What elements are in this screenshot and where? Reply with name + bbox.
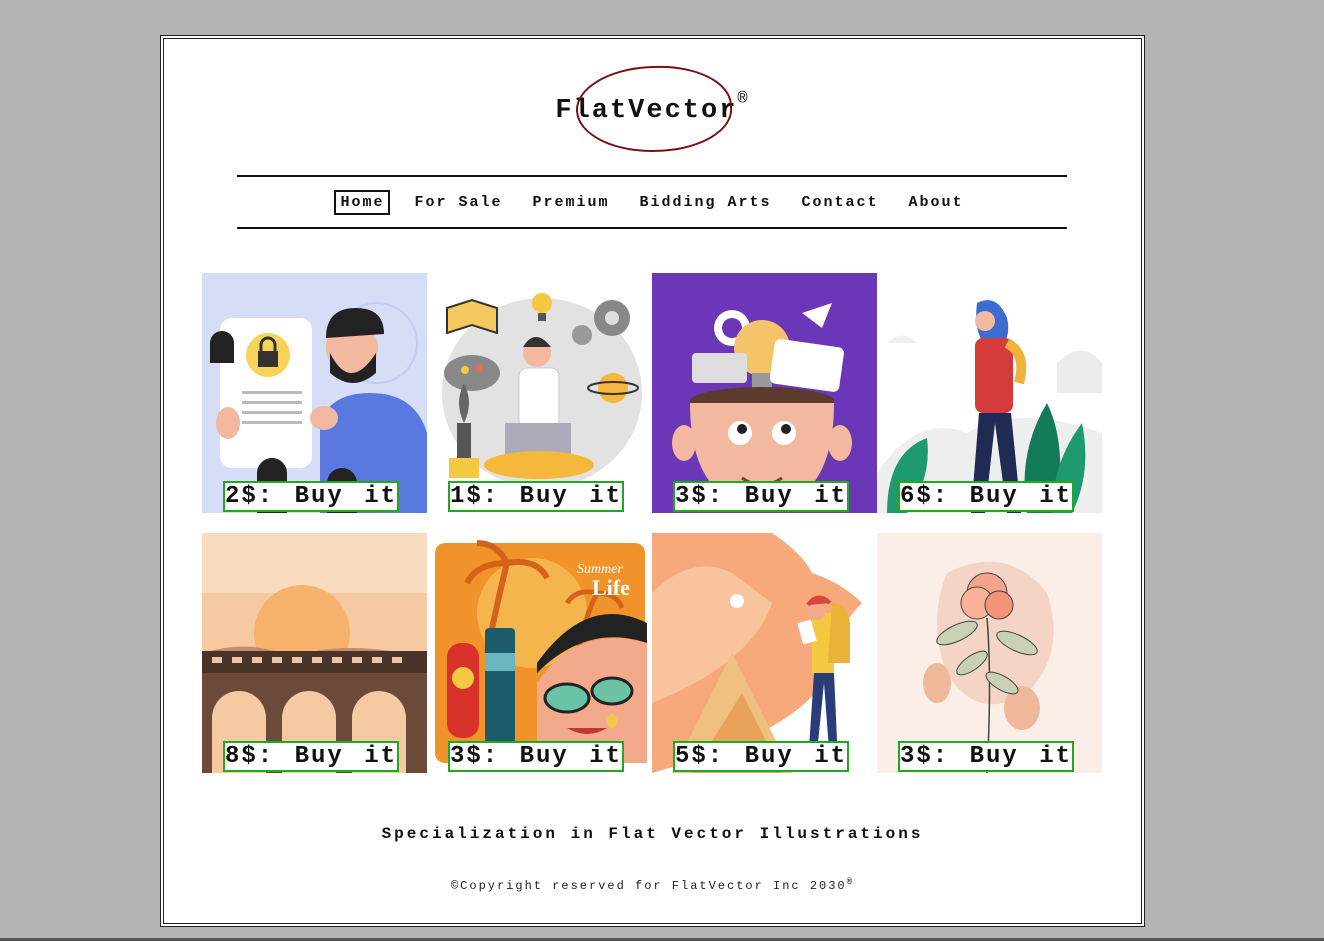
nav-home[interactable]: Home — [334, 189, 391, 215]
nav-contact[interactable]: Contact — [796, 190, 885, 215]
man-with-lock-document-illustration — [202, 273, 427, 513]
line-art-rose-illustration — [877, 533, 1102, 773]
tagline: Specialization in Flat Vector Illustrati… — [381, 825, 924, 843]
product-card[interactable]: 6$: Buy it — [877, 273, 1102, 513]
nav-bidding-arts[interactable]: Bidding Arts — [633, 190, 777, 215]
buy-button[interactable]: 3$: Buy it — [673, 481, 849, 512]
logo-text: FlatVector — [555, 96, 738, 126]
product-card[interactable]: 5$: Buy it — [652, 533, 877, 773]
buy-button[interactable]: 3$: Buy it — [448, 741, 624, 772]
copyright-text: ©Copyright reserved for FlatVector Inc 2… — [450, 879, 847, 893]
train-on-bridge-illustration — [202, 533, 427, 773]
product-card[interactable]: 3$: Buy it — [652, 273, 877, 513]
nav-about[interactable]: About — [903, 190, 970, 215]
product-card[interactable]: 2$: Buy it — [202, 273, 427, 513]
copyright-registered-mark: ® — [846, 877, 855, 887]
nav-premium[interactable]: Premium — [526, 190, 615, 215]
buy-button[interactable]: 6$: Buy it — [898, 481, 1074, 512]
copyright-notice: ©Copyright reserved for FlatVector Inc 2… — [161, 877, 1144, 893]
product-card[interactable]: 1$: Buy it — [427, 273, 652, 513]
svg-text:Life: Life — [592, 575, 630, 600]
page-frame: FlatVector® Home For Sale Premium Biddin… — [160, 35, 1145, 927]
buy-button[interactable]: 5$: Buy it — [673, 741, 849, 772]
product-card[interactable]: Summer Life 3$: Buy it — [427, 533, 652, 773]
summer-life-illustration: Summer Life — [427, 533, 652, 773]
main-nav: Home For Sale Premium Bidding Arts Conta… — [237, 175, 1067, 229]
woman-walking-illustration — [877, 273, 1102, 513]
hiker-in-mountains-illustration — [652, 533, 877, 773]
buy-button[interactable]: 1$: Buy it — [448, 481, 624, 512]
boy-with-open-head-illustration — [652, 273, 877, 513]
buy-button[interactable]: 8$: Buy it — [223, 741, 399, 772]
product-card[interactable]: 3$: Buy it — [877, 533, 1102, 773]
nav-for-sale[interactable]: For Sale — [408, 190, 508, 215]
product-card[interactable]: 8$: Buy it — [202, 533, 427, 773]
buy-button[interactable]: 3$: Buy it — [898, 741, 1074, 772]
man-with-laptop-illustration — [427, 273, 652, 513]
site-logo[interactable]: FlatVector® — [161, 90, 1144, 126]
registered-mark: ® — [737, 90, 750, 109]
buy-button[interactable]: 2$: Buy it — [223, 481, 399, 512]
